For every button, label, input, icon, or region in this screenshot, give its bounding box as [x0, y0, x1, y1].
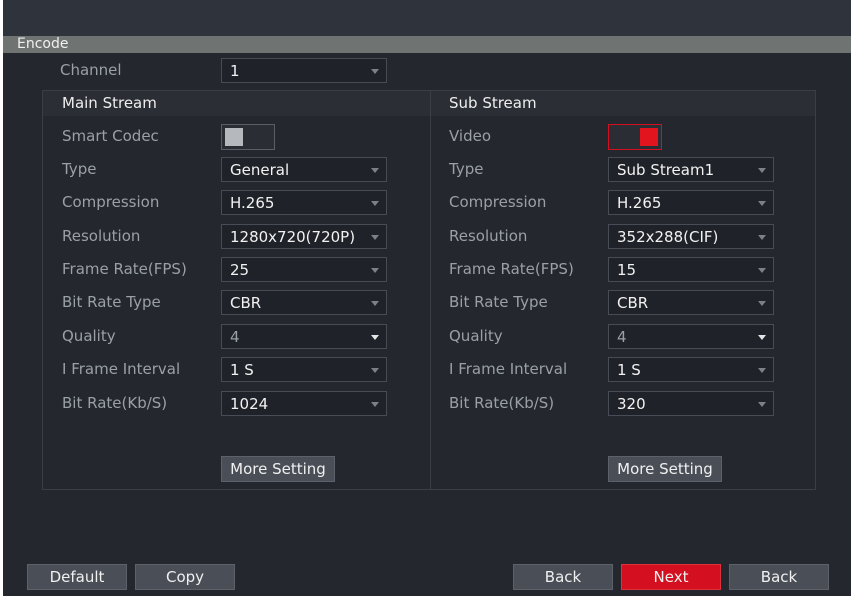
back-button[interactable]: Back — [513, 564, 613, 590]
main-iframe-select[interactable]: 1 S — [221, 357, 387, 382]
default-button[interactable]: Default — [27, 564, 127, 590]
smart-codec-toggle[interactable] — [221, 124, 275, 150]
main-resolution-label: Resolution — [62, 227, 141, 245]
main-bitratetype-value: CBR — [230, 294, 262, 312]
sub-framerate-label: Frame Rate(FPS) — [449, 260, 574, 278]
sub-bitrate-label: Bit Rate(Kb/S) — [449, 394, 555, 412]
main-quality-label: Quality — [62, 327, 116, 345]
sub-bitrate-select[interactable]: 320 — [608, 391, 774, 416]
sub-framerate-value: 15 — [617, 261, 637, 279]
main-more-setting-button[interactable]: More Setting — [221, 456, 335, 482]
chevron-down-icon — [758, 268, 766, 273]
main-resolution-select[interactable]: 1280x720(720P) — [221, 224, 387, 249]
sub-type-select[interactable]: Sub Stream1 — [608, 157, 774, 182]
chevron-down-icon — [371, 335, 379, 340]
chevron-down-icon — [371, 69, 379, 74]
chevron-down-icon — [371, 235, 379, 240]
sub-quality-label: Quality — [449, 327, 503, 345]
chevron-down-icon — [758, 201, 766, 206]
main-quality-value: 4 — [230, 328, 240, 346]
sub-type-value: Sub Stream1 — [617, 161, 715, 179]
sub-iframe-label: I Frame Interval — [449, 360, 568, 378]
encode-window: Encode Channel 1 Main Stream Smart Codec… — [3, 0, 851, 596]
sub-compression-label: Compression — [449, 193, 547, 211]
chevron-down-icon — [371, 168, 379, 173]
main-bitrate-select[interactable]: 1024 — [221, 391, 387, 416]
main-compression-label: Compression — [62, 193, 160, 211]
main-framerate-value: 25 — [230, 261, 250, 279]
sub-iframe-select[interactable]: 1 S — [608, 357, 774, 382]
channel-label: Channel — [60, 61, 122, 79]
window-title: Encode — [17, 36, 69, 52]
chevron-down-icon — [371, 402, 379, 407]
main-type-select[interactable]: General — [221, 157, 387, 182]
main-iframe-label: I Frame Interval — [62, 360, 181, 378]
main-iframe-value: 1 S — [230, 361, 254, 379]
top-bar — [3, 0, 851, 36]
main-stream-title: Main Stream — [62, 94, 157, 112]
sub-stream-title: Sub Stream — [449, 94, 537, 112]
main-quality-select[interactable]: 4 — [221, 324, 387, 349]
main-type-value: General — [230, 161, 290, 179]
main-type-label: Type — [62, 160, 97, 178]
main-bitratetype-select[interactable]: CBR — [221, 290, 387, 315]
chevron-down-icon — [371, 368, 379, 373]
sub-iframe-value: 1 S — [617, 361, 641, 379]
chevron-down-icon — [758, 235, 766, 240]
video-label: Video — [449, 127, 492, 145]
toggle-knob — [225, 128, 243, 146]
chevron-down-icon — [758, 168, 766, 173]
chevron-down-icon — [758, 402, 766, 407]
sub-bitratetype-label: Bit Rate Type — [449, 293, 548, 311]
video-toggle[interactable] — [608, 124, 662, 150]
sub-framerate-select[interactable]: 15 — [608, 257, 774, 282]
copy-button[interactable]: Copy — [135, 564, 235, 590]
back-button-2[interactable]: Back — [729, 564, 829, 590]
next-button[interactable]: Next — [621, 564, 721, 590]
chevron-down-icon — [758, 301, 766, 306]
sub-quality-select[interactable]: 4 — [608, 324, 774, 349]
main-framerate-select[interactable]: 25 — [221, 257, 387, 282]
sub-resolution-label: Resolution — [449, 227, 528, 245]
sub-bitrate-value: 320 — [617, 395, 646, 413]
main-bitrate-label: Bit Rate(Kb/S) — [62, 394, 168, 412]
main-bitratetype-label: Bit Rate Type — [62, 293, 161, 311]
smart-codec-label: Smart Codec — [62, 127, 159, 145]
sub-resolution-value: 352x288(CIF) — [617, 228, 719, 246]
main-resolution-value: 1280x720(720P) — [230, 228, 356, 246]
sub-compression-select[interactable]: H.265 — [608, 190, 774, 215]
chevron-down-icon — [758, 368, 766, 373]
sub-bitratetype-value: CBR — [617, 294, 649, 312]
sub-quality-value: 4 — [617, 328, 627, 346]
main-compression-value: H.265 — [230, 194, 275, 212]
title-bar: Encode — [3, 36, 851, 53]
main-framerate-label: Frame Rate(FPS) — [62, 260, 187, 278]
chevron-down-icon — [371, 201, 379, 206]
main-compression-select[interactable]: H.265 — [221, 190, 387, 215]
toggle-knob — [640, 128, 658, 146]
chevron-down-icon — [371, 301, 379, 306]
chevron-down-icon — [758, 335, 766, 340]
chevron-down-icon — [371, 268, 379, 273]
sub-more-setting-button[interactable]: More Setting — [608, 456, 722, 482]
sub-bitratetype-select[interactable]: CBR — [608, 290, 774, 315]
sub-resolution-select[interactable]: 352x288(CIF) — [608, 224, 774, 249]
channel-select[interactable]: 1 — [221, 58, 387, 83]
channel-value: 1 — [230, 62, 240, 80]
main-bitrate-value: 1024 — [230, 395, 269, 413]
sub-type-label: Type — [449, 160, 484, 178]
sub-compression-value: H.265 — [617, 194, 662, 212]
